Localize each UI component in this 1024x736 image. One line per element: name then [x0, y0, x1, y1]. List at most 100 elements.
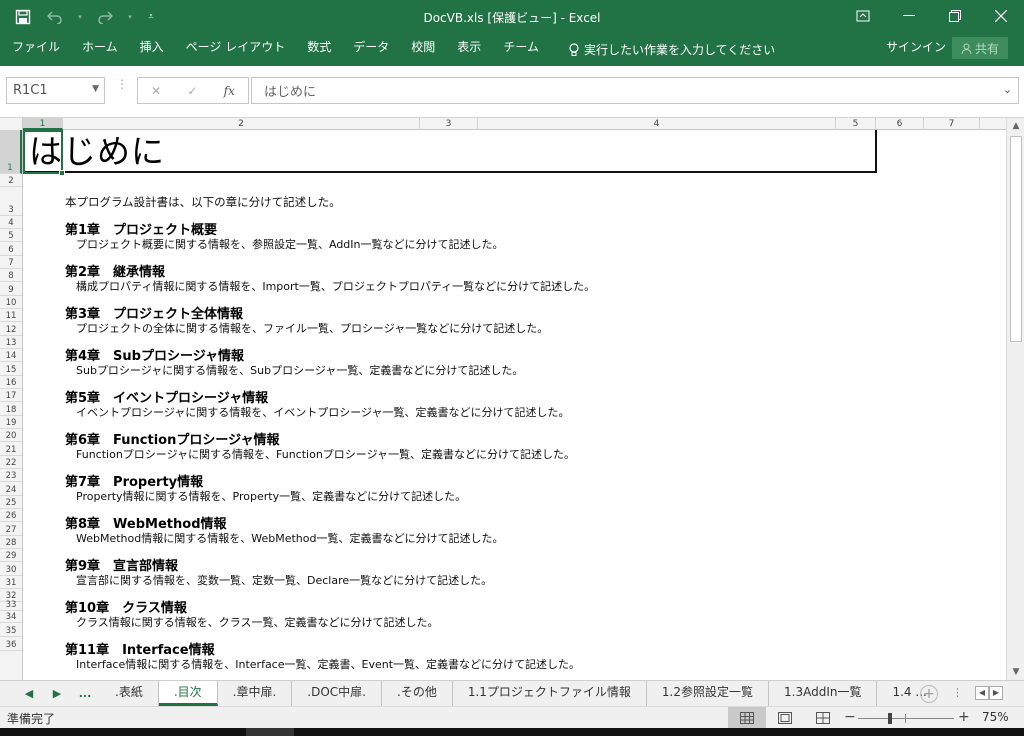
sheet-tab[interactable]: 1.2参照設定一覧 — [646, 681, 770, 706]
row-header[interactable]: 14 — [0, 349, 22, 362]
row-header[interactable]: 19 — [0, 416, 22, 429]
tab-team[interactable]: チーム — [492, 34, 550, 66]
share-button[interactable]: 共有 — [952, 37, 1008, 59]
row-header[interactable]: 4 — [0, 216, 22, 229]
row-header[interactable]: 12 — [0, 322, 22, 336]
column-header[interactable]: 3 — [420, 118, 478, 130]
tab-page-layout[interactable]: ページ レイアウト — [175, 34, 297, 66]
row-header[interactable]: 33 — [0, 600, 22, 611]
next-sheet-icon[interactable]: ▶ — [46, 684, 68, 704]
scroll-thumb[interactable] — [1010, 136, 1022, 342]
cancel-entry-icon[interactable]: ✕ — [151, 84, 161, 98]
insert-function-icon[interactable]: fx — [224, 84, 235, 98]
sheet-content[interactable]: はじめに 本プログラム設計書は、以下の章に分けて記述した。 第1章 プロジェクト… — [23, 130, 1006, 680]
sheet-tab[interactable]: .表紙 — [100, 681, 159, 706]
row-header[interactable]: 5 — [0, 229, 22, 242]
restore-icon[interactable] — [932, 0, 978, 32]
column-header[interactable]: 4 — [478, 118, 836, 130]
tab-formulas[interactable]: 数式 — [296, 34, 342, 66]
customize-toolbar-icon[interactable]: ⩡ — [144, 6, 158, 28]
row-header[interactable]: 23 — [0, 469, 22, 482]
select-all-corner[interactable] — [0, 118, 23, 130]
vertical-scrollbar[interactable]: ▲ ▼ — [1006, 118, 1024, 680]
row-header[interactable]: 26 — [0, 509, 22, 522]
save-icon[interactable] — [12, 6, 34, 28]
column-header[interactable]: 7 — [924, 118, 980, 130]
more-sheets-left[interactable]: ... — [74, 684, 96, 704]
prev-sheet-icon[interactable]: ◀ — [18, 684, 40, 704]
sheet-tab[interactable]: .章中扉. — [217, 681, 293, 706]
column-header[interactable]: 1 — [23, 118, 63, 130]
normal-view-icon[interactable] — [728, 707, 766, 729]
row-header[interactable]: 8 — [0, 269, 22, 282]
tab-file[interactable]: ファイル — [0, 34, 71, 66]
close-icon[interactable] — [978, 0, 1024, 32]
row-header[interactable]: 15 — [0, 362, 22, 376]
row-header[interactable]: 16 — [0, 376, 22, 389]
row-header[interactable]: 27 — [0, 522, 22, 536]
row-header[interactable]: 17 — [0, 389, 22, 402]
tab-data[interactable]: データ — [342, 34, 400, 66]
row-header[interactable]: 11 — [0, 309, 22, 322]
page-break-view-icon[interactable] — [804, 707, 842, 729]
add-sheet-icon[interactable]: + — [920, 685, 938, 703]
row-header[interactable]: 1 — [0, 130, 22, 174]
tab-view[interactable]: 表示 — [446, 34, 492, 66]
row-header[interactable]: 28 — [0, 536, 22, 549]
zoom-percent[interactable]: 75% — [982, 710, 1009, 724]
confirm-entry-icon[interactable]: ✓ — [187, 84, 197, 98]
sheet-tab-active[interactable]: .目次 — [158, 681, 218, 706]
sheet-tab[interactable]: 1.1プロジェクトファイル情報 — [452, 681, 647, 706]
page-layout-view-icon[interactable] — [766, 707, 804, 729]
row-header[interactable]: 18 — [0, 402, 22, 416]
row-header[interactable]: 21 — [0, 442, 22, 456]
chevron-down-icon[interactable]: ▾ — [76, 6, 84, 28]
zoom-out-icon[interactable]: − — [844, 709, 856, 725]
tab-review[interactable]: 校閲 — [400, 34, 446, 66]
scroll-left-icon[interactable]: ◀ — [975, 686, 989, 700]
column-header[interactable]: 6 — [876, 118, 924, 130]
redo-icon[interactable] — [94, 6, 116, 28]
sheet-tab[interactable]: .DOC中扉. — [292, 681, 382, 706]
scroll-right-icon[interactable]: ▶ — [989, 686, 1003, 700]
zoom-knob[interactable] — [888, 713, 892, 724]
zoom-slider[interactable]: − + — [842, 709, 972, 726]
column-header[interactable]: 5 — [836, 118, 876, 130]
scroll-up-icon[interactable]: ▲ — [1009, 119, 1023, 133]
row-header[interactable]: 36 — [0, 637, 22, 651]
row-header[interactable]: 3 — [0, 187, 22, 216]
minimize-icon[interactable] — [886, 0, 932, 32]
formula-input[interactable]: はじめに ⌄ — [251, 77, 1019, 104]
chevron-down-icon[interactable]: ▼ — [92, 84, 99, 94]
row-header[interactable]: 35 — [0, 623, 22, 637]
row-header[interactable]: 34 — [0, 611, 22, 623]
row-header[interactable]: 2 — [0, 174, 22, 187]
row-header[interactable]: 7 — [0, 256, 22, 269]
row-header[interactable]: 24 — [0, 482, 22, 496]
zoom-in-icon[interactable]: + — [958, 709, 970, 725]
column-header[interactable]: 2 — [63, 118, 420, 130]
row-header[interactable]: 10 — [0, 296, 22, 309]
undo-icon[interactable] — [44, 6, 66, 28]
chevron-down-icon[interactable]: ▾ — [126, 6, 134, 28]
sign-in-link[interactable]: サインイン — [886, 34, 946, 60]
row-header[interactable]: 30 — [0, 562, 22, 576]
ribbon-display-options-icon[interactable] — [840, 0, 886, 32]
expand-formula-icon[interactable]: ⌄ — [1003, 83, 1012, 96]
row-header[interactable]: 25 — [0, 496, 22, 509]
active-cell[interactable] — [23, 130, 65, 176]
fill-handle[interactable] — [59, 170, 65, 176]
row-header[interactable]: 20 — [0, 429, 22, 442]
row-header[interactable]: 6 — [0, 242, 22, 256]
tab-insert[interactable]: 挿入 — [129, 34, 175, 66]
scroll-down-icon[interactable]: ▼ — [1009, 665, 1023, 679]
row-header[interactable]: 9 — [0, 282, 22, 296]
name-box[interactable]: R1C1 ▼ — [6, 77, 105, 104]
tab-home[interactable]: ホーム — [71, 34, 129, 66]
sheet-tab[interactable]: 1.3AddIn一覧 — [769, 681, 878, 706]
tell-me-search[interactable]: 実行したい作業を入力してください — [550, 34, 775, 66]
row-header[interactable]: 13 — [0, 336, 22, 349]
row-header[interactable]: 22 — [0, 456, 22, 469]
sheet-tab[interactable]: .その他 — [382, 681, 453, 706]
row-header[interactable]: 29 — [0, 549, 22, 562]
